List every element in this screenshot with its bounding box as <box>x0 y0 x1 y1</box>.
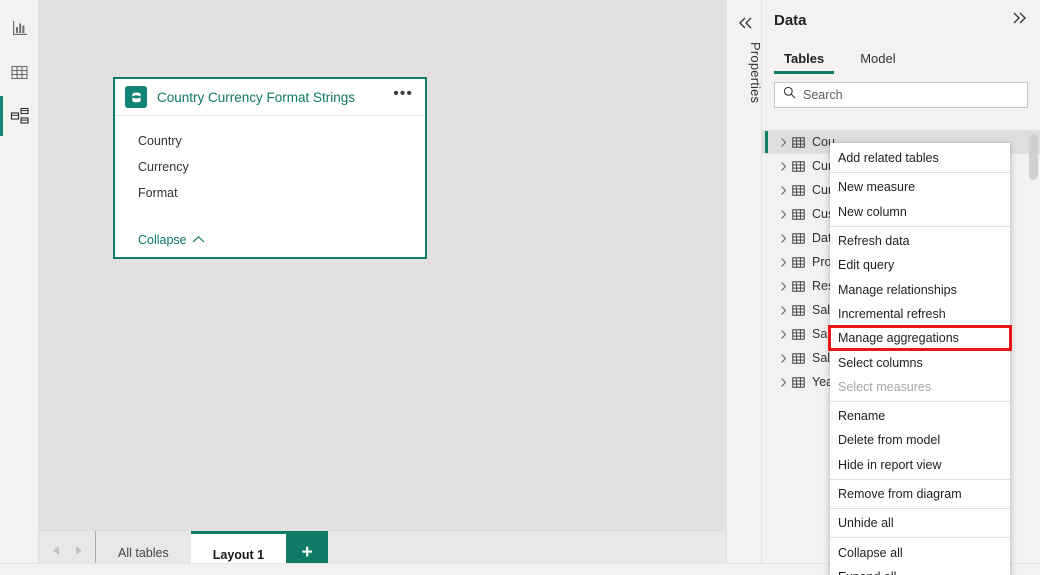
tab-tables[interactable]: Tables <box>774 51 835 74</box>
rail-item-report-view[interactable] <box>0 8 39 48</box>
chevron-right-icon[interactable] <box>776 137 790 148</box>
table-grid-icon <box>792 136 805 149</box>
table-grid-icon <box>792 376 805 389</box>
chevron-right-icon[interactable] <box>776 377 790 388</box>
menu-item-new-column[interactable]: New column <box>830 200 1010 224</box>
menu-item-manage-aggregations[interactable]: Manage aggregations <box>830 326 1010 350</box>
menu-item-add-related-tables[interactable]: Add related tables <box>830 146 1010 170</box>
menu-item-collapse-all[interactable]: Collapse all <box>830 540 1010 564</box>
table-grid-icon <box>792 328 805 341</box>
plus-icon: + <box>301 542 313 563</box>
table-list-item-label: Pro <box>812 255 832 269</box>
properties-pane-label: Properties <box>748 42 763 104</box>
menu-item-hide-in-report-view[interactable]: Hide in report view <box>830 453 1010 477</box>
chevron-double-left-icon <box>737 16 754 35</box>
table-grid-icon <box>792 352 805 365</box>
table-grid-icon <box>792 160 805 173</box>
menu-separator <box>830 508 1010 510</box>
power-bi-model-view: Country Currency Format Strings ••• Coun… <box>0 0 1040 575</box>
table-grid-icon <box>792 184 805 197</box>
tab-model[interactable]: Model <box>850 51 905 72</box>
model-diagram-canvas[interactable]: Country Currency Format Strings ••• Coun… <box>39 0 726 530</box>
table-grid-icon <box>792 280 805 293</box>
menu-item-delete-from-model[interactable]: Delete from model <box>830 428 1010 452</box>
chevron-double-right-icon <box>1011 11 1028 30</box>
table-context-menu[interactable]: Add related tables New measure New column R… <box>830 143 1010 575</box>
table-list-item-label: Sal <box>812 303 831 317</box>
chevron-right-icon[interactable] <box>776 281 790 292</box>
table-card-title: Country Currency Format Strings <box>157 89 356 105</box>
database-icon <box>125 86 147 108</box>
menu-item-incremental-refresh[interactable]: Incremental refresh <box>830 302 1010 326</box>
table-grid-icon <box>792 232 805 245</box>
chevron-right-icon[interactable] <box>776 161 790 172</box>
menu-item-select-columns[interactable]: Select columns <box>830 350 1010 374</box>
table-card-header[interactable]: Country Currency Format Strings ••• <box>115 79 425 116</box>
table-card-collapse-button[interactable]: Collapse <box>115 233 425 257</box>
collapse-label: Collapse <box>138 233 187 247</box>
table-list-scrollbar[interactable] <box>1029 134 1038 180</box>
menu-item-edit-query[interactable]: Edit query <box>830 253 1010 277</box>
rail-item-data-view[interactable] <box>0 52 39 92</box>
chevron-right-icon[interactable] <box>776 305 790 316</box>
table-grid-icon <box>792 256 805 269</box>
chevron-right-icon <box>73 544 84 562</box>
table-grid-icon <box>792 304 805 317</box>
menu-item-expand-all[interactable]: Expand all <box>830 565 1010 575</box>
menu-item-manage-relationships[interactable]: Manage relationships <box>830 277 1010 301</box>
search-box[interactable] <box>774 82 1028 108</box>
table-card-country-currency-format-strings[interactable]: Country Currency Format Strings ••• Coun… <box>113 77 427 259</box>
table-list-item-label: Dat <box>812 231 832 245</box>
chevron-left-icon <box>51 544 62 562</box>
menu-separator <box>830 225 1010 227</box>
table-field-item[interactable]: Format <box>138 180 425 206</box>
ellipsis-icon[interactable]: ••• <box>389 86 415 105</box>
table-grid-icon <box>792 208 805 221</box>
menu-item-new-measure[interactable]: New measure <box>830 175 1010 199</box>
chevron-right-icon[interactable] <box>776 185 790 196</box>
rail-item-model-view[interactable] <box>0 96 39 136</box>
chevron-right-icon[interactable] <box>776 233 790 244</box>
chevron-right-icon[interactable] <box>776 329 790 340</box>
model-diagram-icon <box>10 106 30 126</box>
table-list-item-label: Sal <box>812 327 831 341</box>
menu-separator <box>830 400 1010 402</box>
menu-item-select-measures: Select measures <box>838 379 932 394</box>
table-card-field-list: Country Currency Format <box>115 116 425 233</box>
table-field-item[interactable]: Currency <box>138 154 425 180</box>
table-list-item-label: Sal <box>812 351 831 365</box>
menu-item-unhide-all[interactable]: Unhide all <box>830 511 1010 535</box>
menu-separator <box>830 537 1010 539</box>
data-pane-tabs: Tables Model <box>762 40 1040 74</box>
data-pane-expand-button[interactable] <box>1011 11 1028 30</box>
search-icon <box>783 86 796 104</box>
table-grid-icon <box>10 63 29 82</box>
chevron-right-icon[interactable] <box>776 257 790 268</box>
menu-item-rename[interactable]: Rename <box>830 404 1010 428</box>
chevron-right-icon[interactable] <box>776 209 790 220</box>
data-pane-title: Data <box>774 11 807 29</box>
chevron-right-icon[interactable] <box>776 353 790 364</box>
bar-chart-icon <box>11 19 29 37</box>
menu-item-remove-from-diagram[interactable]: Remove from diagram <box>830 482 1010 506</box>
menu-separator <box>830 172 1010 174</box>
chevron-up-icon <box>187 233 205 247</box>
left-navigation-rail <box>0 0 39 575</box>
table-field-item[interactable]: Country <box>138 128 425 154</box>
menu-item-refresh-data[interactable]: Refresh data <box>830 229 1010 253</box>
search-input[interactable] <box>803 88 1019 102</box>
menu-separator <box>830 478 1010 480</box>
data-pane-header: Data <box>762 0 1040 40</box>
properties-pane-collapsed[interactable]: Properties <box>726 0 763 575</box>
properties-collapse-button[interactable] <box>727 14 763 36</box>
